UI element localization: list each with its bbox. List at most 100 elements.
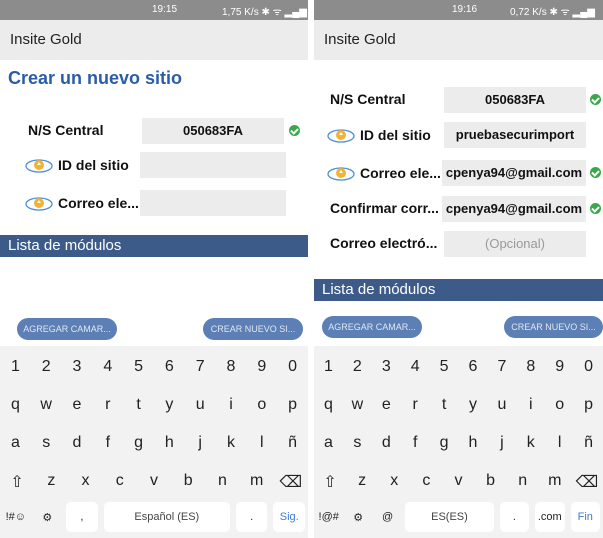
key[interactable]: r: [401, 396, 430, 414]
key[interactable]: v: [137, 472, 171, 492]
key[interactable]: 9: [545, 358, 574, 376]
key[interactable]: c: [103, 472, 137, 492]
key[interactable]: 8: [216, 358, 247, 376]
key[interactable]: t: [123, 396, 154, 414]
next-key[interactable]: Sig.: [273, 502, 306, 532]
done-key[interactable]: Fin: [570, 502, 600, 532]
key[interactable]: o: [545, 396, 574, 414]
key[interactable]: n: [205, 472, 239, 492]
settings-icon[interactable]: ⚙: [343, 511, 372, 524]
dotcom-key[interactable]: .com: [535, 502, 565, 532]
key[interactable]: 7: [185, 358, 216, 376]
site-id-input[interactable]: [140, 152, 286, 178]
add-camera-button[interactable]: AGREGAR CAMAR...: [17, 318, 117, 340]
key[interactable]: e: [372, 396, 401, 414]
key[interactable]: g: [430, 434, 459, 452]
shift-key[interactable]: ⇧: [314, 472, 346, 492]
key[interactable]: 2: [343, 358, 372, 376]
key[interactable]: ñ: [574, 434, 603, 452]
key[interactable]: b: [475, 472, 507, 492]
key[interactable]: q: [314, 396, 343, 414]
key[interactable]: c: [410, 472, 442, 492]
central-serial-field[interactable]: 050683FA: [444, 87, 586, 113]
key[interactable]: a: [0, 434, 31, 452]
key[interactable]: i: [216, 396, 247, 414]
key[interactable]: y: [154, 396, 185, 414]
key[interactable]: f: [401, 434, 430, 452]
key[interactable]: l: [545, 434, 574, 452]
key[interactable]: j: [185, 434, 216, 452]
key[interactable]: a: [314, 434, 343, 452]
key[interactable]: 6: [154, 358, 185, 376]
symbols-key[interactable]: !#☺: [0, 511, 32, 523]
key[interactable]: v: [442, 472, 474, 492]
key[interactable]: w: [343, 396, 372, 414]
key[interactable]: b: [171, 472, 205, 492]
key[interactable]: 5: [430, 358, 459, 376]
key[interactable]: d: [62, 434, 93, 452]
key[interactable]: d: [372, 434, 401, 452]
key[interactable]: 1: [314, 358, 343, 376]
key[interactable]: u: [487, 396, 516, 414]
key[interactable]: k: [516, 434, 545, 452]
key[interactable]: z: [34, 472, 68, 492]
key[interactable]: w: [31, 396, 62, 414]
key[interactable]: 0: [277, 358, 308, 376]
backspace-key[interactable]: ⌫: [274, 472, 308, 492]
key[interactable]: x: [68, 472, 102, 492]
central-serial-field[interactable]: 050683FA: [142, 118, 284, 144]
backspace-key[interactable]: ⌫: [571, 472, 603, 492]
key[interactable]: u: [185, 396, 216, 414]
key[interactable]: z: [346, 472, 378, 492]
key[interactable]: 3: [372, 358, 401, 376]
key[interactable]: x: [378, 472, 410, 492]
key[interactable]: l: [246, 434, 277, 452]
space-key[interactable]: ES(ES): [405, 502, 494, 532]
add-camera-button[interactable]: AGREGAR CAMAR...: [322, 316, 422, 338]
email-input[interactable]: cpenya94@gmail.com: [442, 160, 586, 186]
key[interactable]: f: [92, 434, 123, 452]
key[interactable]: o: [246, 396, 277, 414]
key[interactable]: t: [430, 396, 459, 414]
key[interactable]: 9: [246, 358, 277, 376]
period-key[interactable]: .: [499, 502, 530, 532]
settings-icon[interactable]: ⚙: [32, 511, 64, 524]
key[interactable]: g: [123, 434, 154, 452]
key[interactable]: j: [487, 434, 516, 452]
key[interactable]: 7: [487, 358, 516, 376]
key[interactable]: 6: [459, 358, 488, 376]
symbols-key[interactable]: !@#: [314, 511, 343, 523]
key[interactable]: 1: [0, 358, 31, 376]
period-key[interactable]: .: [235, 502, 268, 532]
key[interactable]: p: [277, 396, 308, 414]
key[interactable]: 0: [574, 358, 603, 376]
key[interactable]: 8: [516, 358, 545, 376]
key[interactable]: 4: [401, 358, 430, 376]
key[interactable]: s: [31, 434, 62, 452]
key[interactable]: k: [216, 434, 247, 452]
key[interactable]: h: [459, 434, 488, 452]
comma-key[interactable]: ,: [66, 502, 98, 532]
key[interactable]: p: [574, 396, 603, 414]
key[interactable]: m: [539, 472, 571, 492]
shift-key[interactable]: ⇧: [0, 472, 34, 492]
key[interactable]: r: [92, 396, 123, 414]
key[interactable]: i: [516, 396, 545, 414]
key[interactable]: 4: [92, 358, 123, 376]
key[interactable]: m: [240, 472, 274, 492]
key[interactable]: h: [154, 434, 185, 452]
key[interactable]: y: [459, 396, 488, 414]
key[interactable]: e: [62, 396, 93, 414]
space-key[interactable]: Español (ES): [103, 502, 230, 532]
create-site-button[interactable]: CREAR NUEVO SI...: [203, 318, 303, 340]
key[interactable]: 2: [31, 358, 62, 376]
create-site-button[interactable]: CREAR NUEVO SI...: [504, 316, 603, 338]
optional-email-input[interactable]: (Opcional): [444, 231, 586, 257]
key[interactable]: n: [507, 472, 539, 492]
key[interactable]: s: [343, 434, 372, 452]
key[interactable]: 3: [62, 358, 93, 376]
confirm-email-input[interactable]: cpenya94@gmail.com: [442, 196, 586, 222]
key[interactable]: ñ: [277, 434, 308, 452]
key[interactable]: q: [0, 396, 31, 414]
at-key[interactable]: @: [373, 511, 402, 523]
